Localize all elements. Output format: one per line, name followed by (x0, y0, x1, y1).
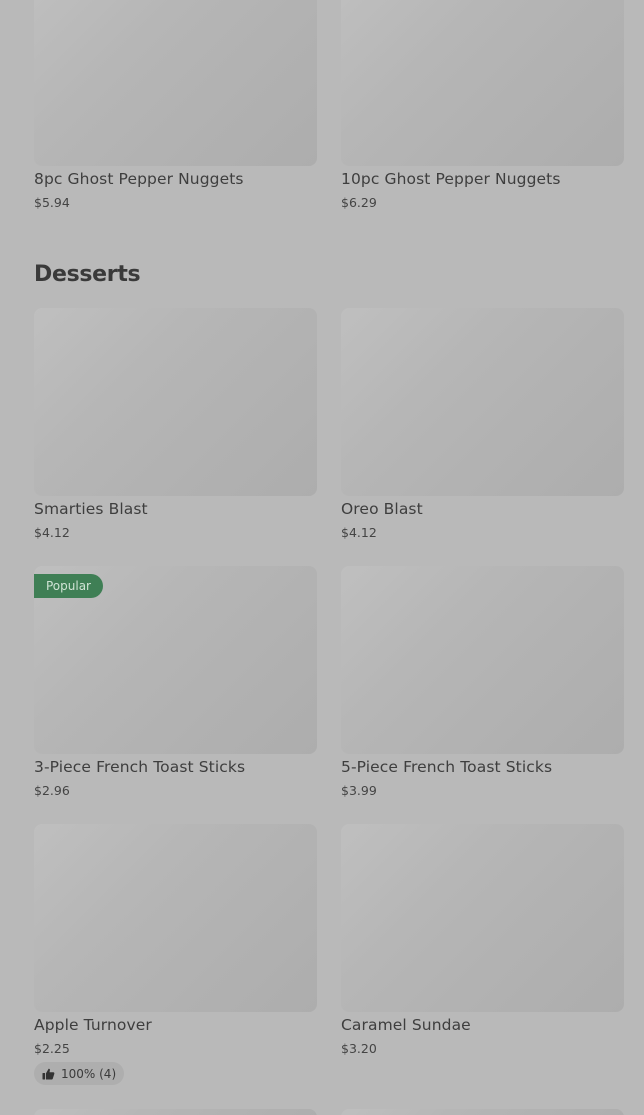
menu-item-image[interactable] (34, 0, 317, 166)
menu-item-name: Apple Turnover (34, 1016, 152, 1034)
thumbs-up-icon (42, 1068, 55, 1080)
menu-item-name: Smarties Blast (34, 500, 148, 518)
menu-item-image[interactable] (34, 308, 317, 496)
menu-item-name: 8pc Ghost Pepper Nuggets (34, 170, 244, 188)
menu-page: 8pc Ghost Pepper Nuggets $5.94 10pc Ghos… (0, 0, 644, 1115)
menu-item-image[interactable] (34, 1109, 317, 1115)
menu-item-price: $2.96 (34, 783, 70, 798)
menu-item-price: $3.99 (341, 783, 377, 798)
menu-item-image[interactable] (34, 824, 317, 1012)
menu-item-price: $5.94 (34, 195, 70, 210)
menu-item-price: $3.20 (341, 1041, 377, 1056)
menu-item-name: Caramel Sundae (341, 1016, 471, 1034)
menu-item-image[interactable] (341, 1109, 624, 1115)
popular-badge: Popular (34, 574, 103, 598)
menu-item-name: 10pc Ghost Pepper Nuggets (341, 170, 561, 188)
menu-item-image[interactable] (341, 0, 624, 166)
menu-item-price: $4.12 (341, 525, 377, 540)
menu-item-image[interactable] (341, 566, 624, 754)
rating-text: 100% (4) (61, 1066, 117, 1081)
rating-badge: 100% (4) (34, 1062, 125, 1085)
menu-item-name: 5-Piece French Toast Sticks (341, 758, 553, 776)
menu-item-price: $6.29 (341, 195, 377, 210)
menu-item-image[interactable] (341, 308, 624, 496)
menu-item-name: Oreo Blast (341, 500, 423, 518)
menu-item-image[interactable] (341, 824, 624, 1012)
menu-item-price: $4.12 (34, 525, 70, 540)
menu-item-price: $2.25 (34, 1041, 70, 1056)
section-title-desserts: Desserts (34, 262, 141, 287)
menu-item-name: 3-Piece French Toast Sticks (34, 758, 246, 776)
